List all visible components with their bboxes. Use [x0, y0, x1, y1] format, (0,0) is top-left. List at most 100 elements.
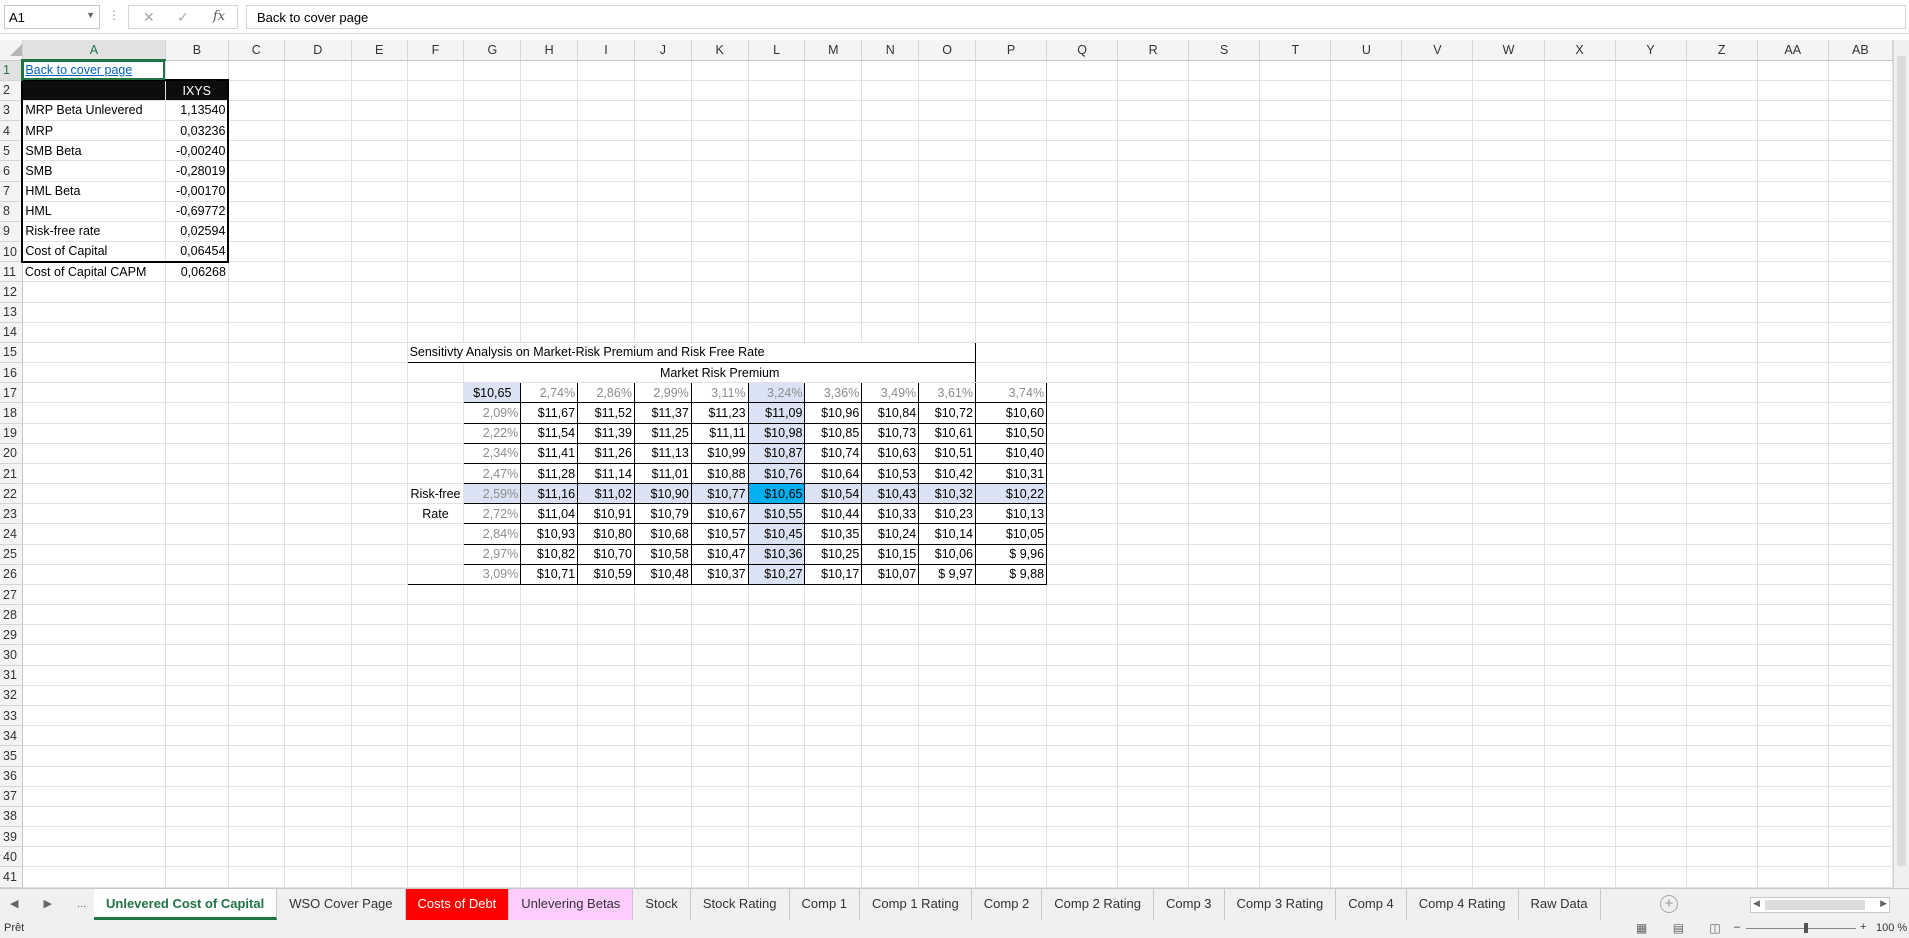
- tab-more-button[interactable]: ...: [77, 898, 86, 910]
- cell[interactable]: [407, 685, 465, 707]
- cell[interactable]: [691, 584, 749, 606]
- cell[interactable]: [691, 665, 749, 686]
- cell[interactable]: [1188, 584, 1261, 606]
- cell[interactable]: [1117, 806, 1190, 828]
- cell[interactable]: [1117, 281, 1190, 303]
- cell[interactable]: [407, 644, 465, 666]
- cell[interactable]: [1686, 402, 1758, 424]
- cell[interactable]: [1401, 402, 1474, 424]
- column-header[interactable]: H: [520, 40, 579, 61]
- cell[interactable]: [520, 846, 579, 868]
- cell[interactable]: [861, 644, 920, 666]
- cell[interactable]: [284, 705, 352, 727]
- cell[interactable]: [1330, 100, 1403, 122]
- row-axis-cell[interactable]: [406, 443, 465, 464]
- cell[interactable]: [1828, 685, 1894, 707]
- cell[interactable]: [1117, 322, 1190, 343]
- cell[interactable]: [1330, 181, 1403, 202]
- cell[interactable]: [1259, 100, 1332, 122]
- cell[interactable]: [22, 382, 166, 404]
- cell[interactable]: [228, 402, 285, 424]
- cell[interactable]: [165, 665, 229, 686]
- cell[interactable]: [975, 221, 1048, 243]
- cell[interactable]: [284, 423, 352, 444]
- cell[interactable]: [228, 382, 285, 404]
- cell[interactable]: [1828, 221, 1894, 243]
- cell[interactable]: [1686, 160, 1758, 182]
- cell[interactable]: [284, 826, 352, 848]
- cell[interactable]: [691, 806, 749, 828]
- cell[interactable]: [351, 160, 408, 182]
- sensitivity-value[interactable]: $10,61: [918, 422, 976, 444]
- cell[interactable]: [165, 322, 229, 343]
- cell[interactable]: [1330, 281, 1403, 303]
- cell[interactable]: [1046, 806, 1119, 828]
- cell[interactable]: [1117, 705, 1190, 727]
- cell[interactable]: [1117, 624, 1190, 646]
- cell[interactable]: [22, 685, 166, 707]
- cell[interactable]: [1686, 725, 1758, 747]
- cell[interactable]: [1828, 201, 1894, 222]
- cell[interactable]: [691, 786, 749, 807]
- zoom-slider-thumb[interactable]: [1804, 923, 1808, 933]
- cell[interactable]: [1615, 160, 1687, 182]
- cell[interactable]: [1401, 624, 1474, 646]
- normal-view-icon[interactable]: ▦: [1636, 921, 1647, 935]
- cell[interactable]: [577, 322, 635, 343]
- cell[interactable]: [634, 322, 692, 343]
- cell[interactable]: [351, 120, 408, 142]
- cell[interactable]: [634, 806, 692, 828]
- cell[interactable]: [284, 503, 352, 525]
- sensitivity-value[interactable]: $10,24: [861, 523, 920, 545]
- enter-icon[interactable]: ✓: [177, 9, 189, 26]
- cell[interactable]: [22, 483, 166, 505]
- cell[interactable]: [1046, 544, 1119, 565]
- sensitivity-value[interactable]: $10,72: [918, 402, 976, 424]
- sensitivity-value[interactable]: $10,93: [520, 523, 579, 545]
- cell[interactable]: [918, 241, 976, 263]
- cell[interactable]: [861, 866, 920, 888]
- cell[interactable]: [918, 160, 976, 182]
- cell[interactable]: [1615, 423, 1687, 444]
- cell[interactable]: [804, 806, 863, 828]
- cell[interactable]: [1046, 402, 1119, 424]
- cell[interactable]: [520, 181, 579, 202]
- cell[interactable]: [918, 181, 976, 202]
- cell[interactable]: [861, 221, 920, 243]
- cell[interactable]: [1472, 221, 1545, 243]
- cell[interactable]: [975, 705, 1048, 727]
- cell[interactable]: [1259, 806, 1332, 828]
- cell[interactable]: [1401, 443, 1474, 464]
- cell[interactable]: [228, 786, 285, 807]
- cell[interactable]: [577, 120, 635, 142]
- cell[interactable]: [1046, 564, 1119, 585]
- cell[interactable]: [861, 745, 920, 767]
- cell[interactable]: [1686, 503, 1758, 525]
- cell[interactable]: [165, 685, 229, 707]
- cell[interactable]: [1615, 766, 1687, 787]
- cell[interactable]: [1046, 685, 1119, 707]
- add-sheet-icon[interactable]: +: [1660, 895, 1678, 913]
- tab-next-icon[interactable]: ▶: [44, 898, 52, 910]
- cell[interactable]: [520, 766, 579, 787]
- cell[interactable]: [1686, 201, 1758, 222]
- cell[interactable]: [1259, 866, 1332, 888]
- cell[interactable]: [804, 665, 863, 686]
- cell[interactable]: [1259, 281, 1332, 303]
- cell[interactable]: [1117, 120, 1190, 142]
- row-header[interactable]: 30: [0, 644, 23, 666]
- sensitivity-value[interactable]: $11,04: [520, 503, 579, 525]
- sensitivity-value[interactable]: $10,40: [974, 442, 1048, 464]
- cell[interactable]: [1046, 584, 1119, 606]
- cell[interactable]: [918, 665, 976, 686]
- cell[interactable]: [1117, 685, 1190, 707]
- cell[interactable]: [1330, 201, 1403, 222]
- cell[interactable]: [577, 80, 635, 101]
- cell[interactable]: [1046, 463, 1119, 485]
- page-layout-icon[interactable]: ▤: [1673, 921, 1684, 935]
- cell[interactable]: [918, 866, 976, 888]
- cell[interactable]: [804, 786, 863, 807]
- cell[interactable]: [748, 745, 806, 767]
- cell[interactable]: [407, 261, 465, 283]
- cell[interactable]: [1330, 362, 1403, 384]
